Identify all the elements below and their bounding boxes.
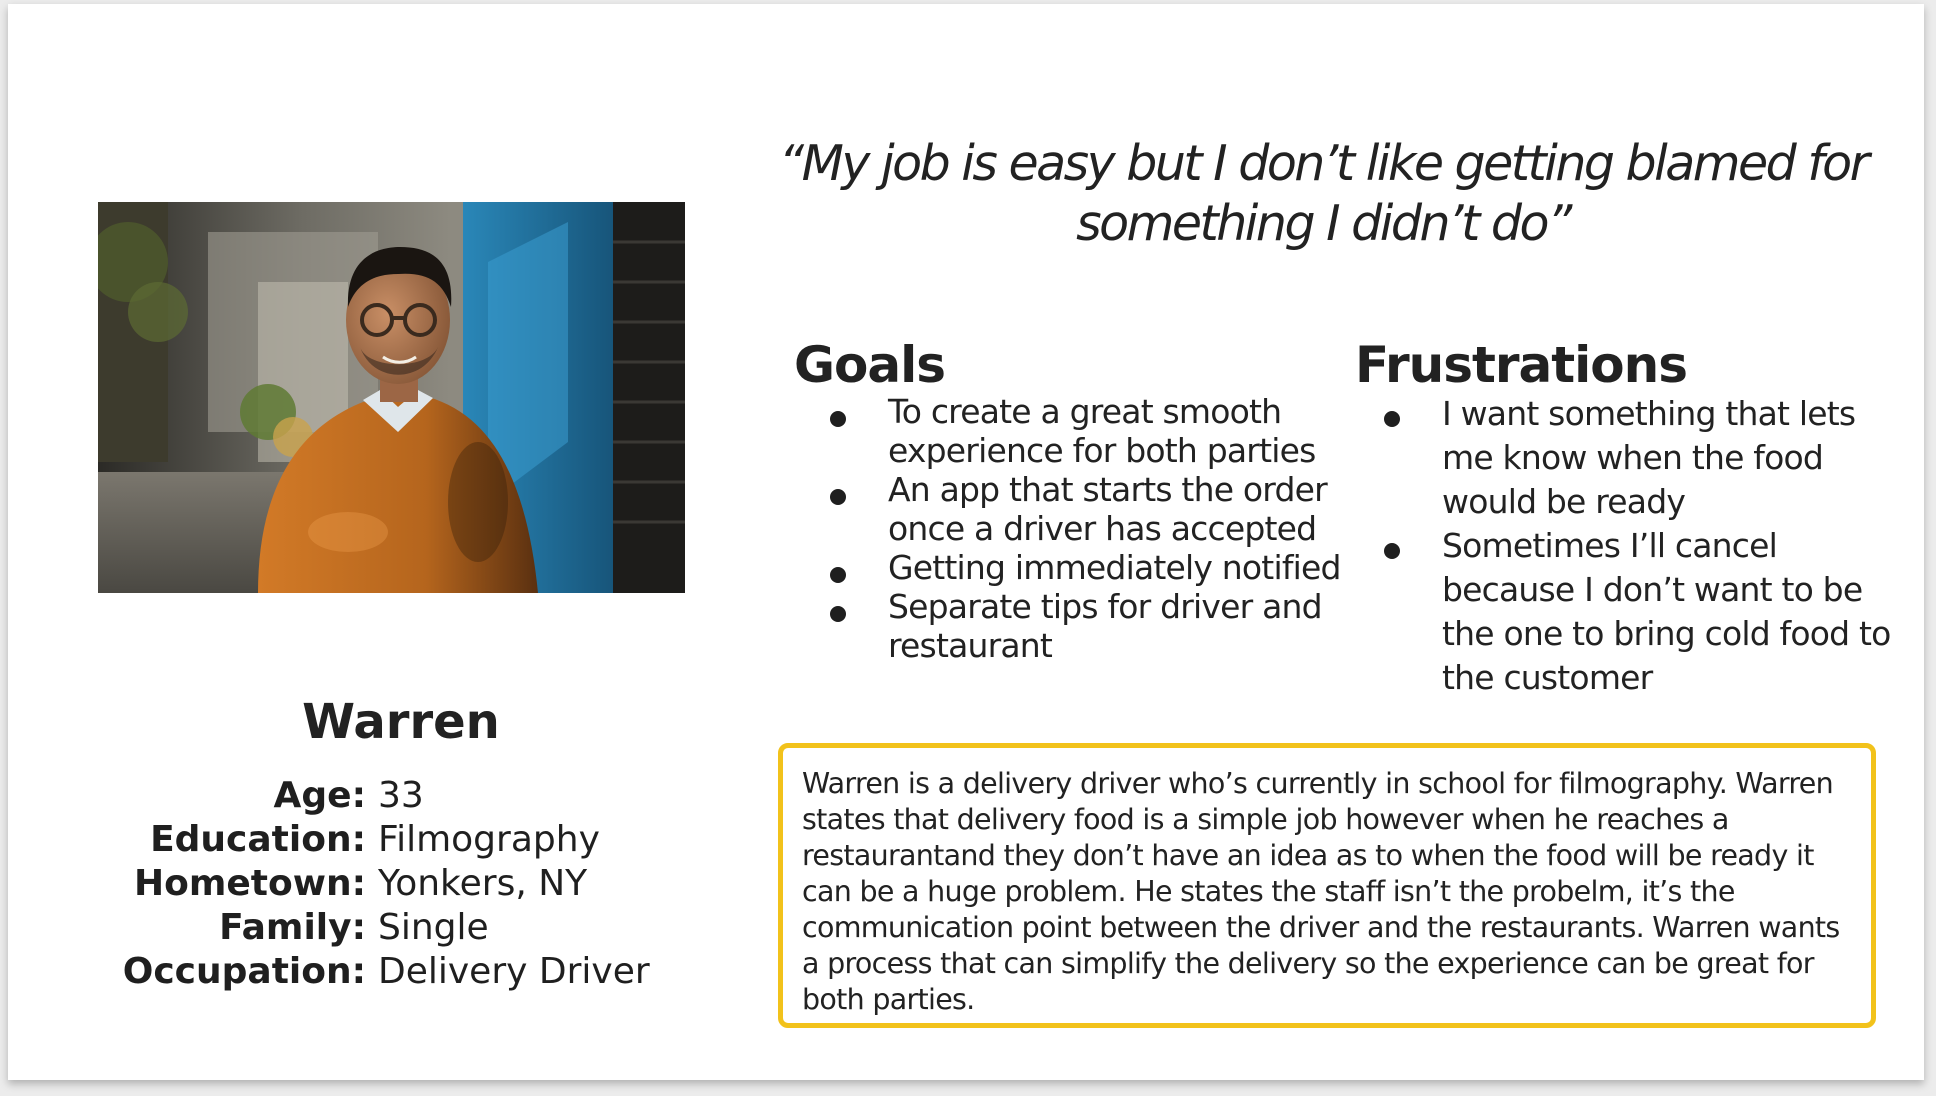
goals-heading: Goals — [794, 336, 946, 394]
list-item: Sometimes I’ll cancel because I don’t wa… — [1374, 524, 1894, 700]
persona-name: Warren — [302, 694, 500, 750]
detail-value: Delivery Driver — [378, 951, 650, 992]
detail-label: Hometown: — [133, 863, 366, 904]
detail-education: Education: Filmography — [68, 818, 748, 862]
persona-details: Age: 33 Education: Filmography Hometown:… — [68, 774, 748, 994]
persona-slide: Warren Age: 33 Education: Filmography Ho… — [8, 4, 1924, 1080]
detail-label: Family: — [219, 907, 366, 948]
list-item: An app that starts the order once a driv… — [820, 470, 1360, 548]
list-item: To create a great smooth experience for … — [820, 392, 1360, 470]
detail-value: 33 — [378, 775, 424, 816]
list-item: I want something that lets me know when … — [1374, 392, 1894, 524]
list-item: Separate tips for driver and restaurant — [820, 587, 1360, 665]
detail-label: Education: — [150, 819, 366, 860]
list-item: Getting immediately notified — [820, 548, 1360, 587]
frustrations-list: I want something that lets me know when … — [1374, 392, 1894, 700]
detail-value: Single — [378, 907, 489, 948]
persona-photo — [98, 202, 685, 593]
persona-bio-box: Warren is a delivery driver who’s curren… — [778, 743, 1876, 1028]
detail-hometown: Hometown: Yonkers, NY — [68, 862, 748, 906]
detail-family: Family: Single — [68, 906, 748, 950]
detail-label: Occupation: — [122, 951, 366, 992]
goals-list: To create a great smooth experience for … — [820, 392, 1360, 665]
detail-occupation: Occupation: Delivery Driver — [68, 950, 748, 994]
persona-quote: “My job is easy but I don’t like getting… — [778, 135, 1870, 252]
detail-age: Age: 33 — [68, 774, 748, 818]
frustrations-heading: Frustrations — [1355, 336, 1688, 394]
detail-value: Yonkers, NY — [378, 863, 588, 904]
detail-label: Age: — [273, 775, 366, 816]
detail-value: Filmography — [378, 819, 600, 860]
